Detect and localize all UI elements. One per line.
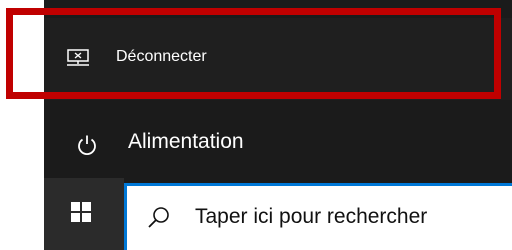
windows-logo-icon bbox=[71, 202, 91, 222]
power-menu-item[interactable]: Alimentation bbox=[44, 114, 512, 178]
search-input[interactable]: Taper ici pour rechercher bbox=[124, 183, 512, 250]
start-button[interactable] bbox=[44, 178, 124, 250]
search-placeholder: Taper ici pour rechercher bbox=[195, 205, 428, 228]
search-icon bbox=[148, 207, 169, 228]
highlight-box bbox=[6, 8, 501, 99]
power-icon bbox=[78, 135, 96, 156]
power-label: Alimentation bbox=[128, 130, 244, 153]
